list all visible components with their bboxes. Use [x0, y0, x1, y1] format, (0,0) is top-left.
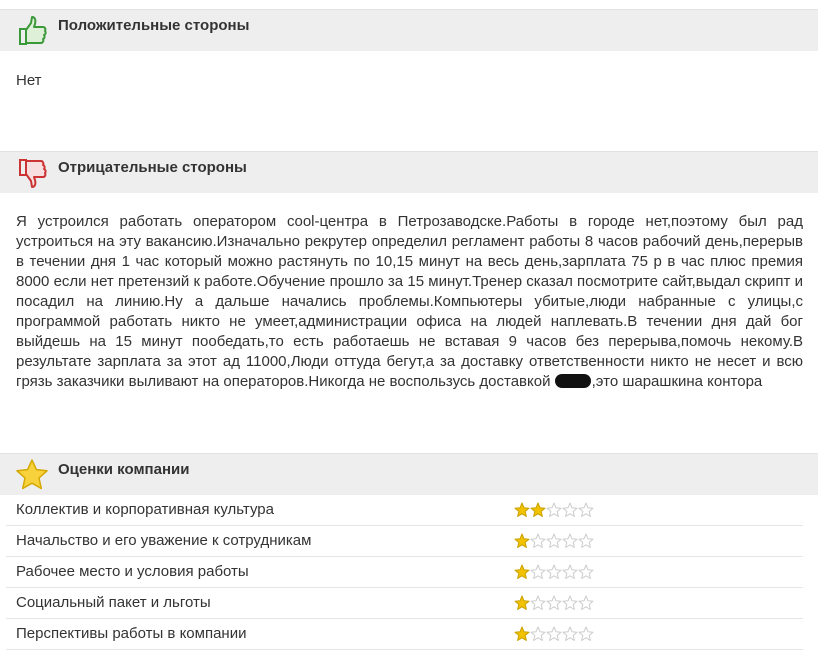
- star-filled-icon: [514, 533, 530, 548]
- pros-header: Положительные стороны: [0, 9, 818, 51]
- rating-stars: [514, 502, 594, 518]
- rating-row: Начальство и его уважение к сотрудникам: [6, 526, 803, 557]
- star-empty-icon: [578, 626, 594, 641]
- rating-row: Перспективы работы в компании: [6, 619, 803, 650]
- star-empty-icon: [546, 533, 562, 548]
- rating-row: Коллектив и корпоративная культура: [6, 495, 803, 526]
- star-empty-icon: [546, 595, 562, 610]
- star-filled-icon: [514, 564, 530, 579]
- star-empty-icon: [562, 595, 578, 610]
- cons-text-main: Я устроился работать оператором cool-цен…: [16, 213, 803, 390]
- rating-label: Социальный пакет и льготы: [16, 594, 211, 611]
- star-empty-icon: [578, 595, 594, 610]
- star-empty-icon: [546, 626, 562, 641]
- star-empty-icon: [578, 564, 594, 579]
- rating-stars: [514, 626, 594, 642]
- thumbs-up-icon: [14, 13, 50, 49]
- thumbs-down-icon: [14, 155, 50, 191]
- star-empty-icon: [578, 502, 594, 517]
- star-filled-icon: [514, 595, 530, 610]
- rating-row: Рабочее место и условия работы: [6, 557, 803, 588]
- star-empty-icon: [562, 502, 578, 517]
- star-empty-icon: [578, 533, 594, 548]
- star-empty-icon: [546, 564, 562, 579]
- star-empty-icon: [530, 533, 546, 548]
- star-empty-icon: [546, 502, 562, 517]
- ratings-header: Оценки компании: [0, 453, 818, 495]
- star-empty-icon: [562, 626, 578, 641]
- pros-title: Положительные стороны: [58, 17, 250, 34]
- rating-stars: [514, 595, 594, 611]
- rating-label: Коллектив и корпоративная культура: [16, 501, 274, 518]
- star-filled-icon: [530, 502, 546, 517]
- star-filled-icon: [514, 502, 530, 517]
- rating-label: Начальство и его уважение к сотрудникам: [16, 532, 312, 549]
- cons-text-end: ,это шарашкина контора: [591, 373, 763, 390]
- star-empty-icon: [530, 595, 546, 610]
- rating-stars: [514, 533, 594, 549]
- star-empty-icon: [530, 626, 546, 641]
- cons-text: Я устроился работать оператором cool-цен…: [16, 212, 803, 392]
- rating-stars: [514, 564, 594, 580]
- rating-label: Рабочее место и условия работы: [16, 563, 249, 580]
- star-empty-icon: [530, 564, 546, 579]
- star-empty-icon: [562, 533, 578, 548]
- star-icon: [14, 457, 50, 493]
- ratings-title: Оценки компании: [58, 461, 190, 478]
- redaction-mark: [554, 374, 591, 388]
- cons-title: Отрицательные стороны: [58, 159, 247, 176]
- rating-row: Социальный пакет и льготы: [6, 588, 803, 619]
- rating-label: Перспективы работы в компании: [16, 625, 247, 642]
- cons-header: Отрицательные стороны: [0, 151, 818, 193]
- pros-text: Нет: [16, 72, 42, 89]
- star-filled-icon: [514, 626, 530, 641]
- star-empty-icon: [562, 564, 578, 579]
- ratings-list: Коллектив и корпоративная культура Начал…: [6, 495, 803, 650]
